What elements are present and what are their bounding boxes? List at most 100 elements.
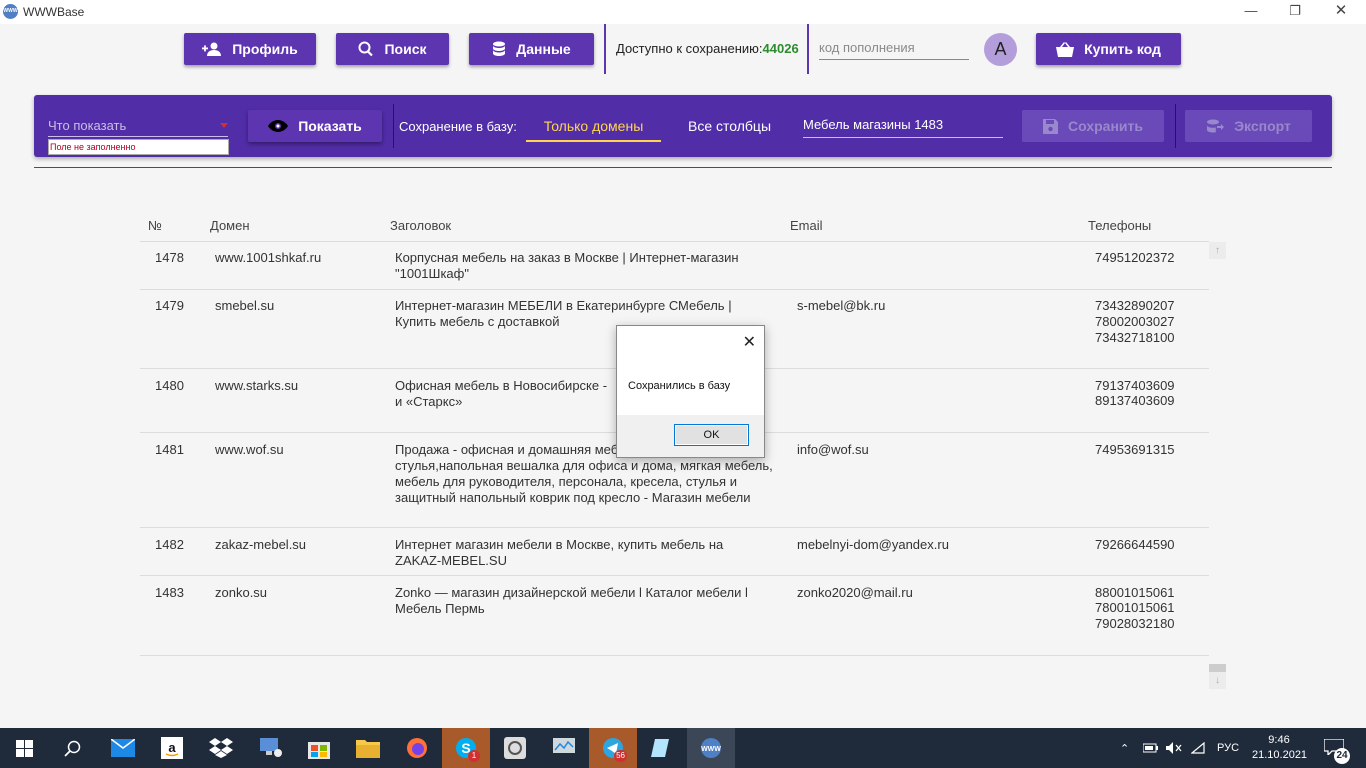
cell-phone: 74951202372	[1095, 250, 1175, 265]
message-dialog: ✕ Сохранились в базу OK	[616, 325, 765, 458]
data-button[interactable]: Данные	[469, 33, 594, 65]
close-window-button[interactable]: ✕	[1318, 0, 1364, 24]
buy-code-button[interactable]: Купить код	[1036, 33, 1181, 65]
minimize-button[interactable]: —	[1228, 0, 1274, 24]
cell-email: s-mebel@bk.ru	[797, 298, 886, 313]
show-button-label: Показать	[298, 118, 362, 134]
cell-domain: zakaz-mebel.su	[215, 537, 307, 552]
cell-title: Корпусная мебель на заказ в Москве | Инт…	[395, 250, 739, 281]
settings-app-icon	[504, 737, 526, 759]
windows-icon	[15, 739, 33, 757]
eye-icon	[268, 120, 289, 132]
wwwbase-icon: WWW	[701, 738, 721, 758]
export-button[interactable]: Экспорт	[1185, 110, 1312, 142]
taskbar-store[interactable]	[295, 728, 343, 768]
cell-phone: 88001015061	[1095, 585, 1175, 600]
show-button[interactable]: Показать	[248, 110, 382, 142]
taskbar-wwwbase[interactable]: WWW	[687, 728, 735, 768]
ok-button[interactable]: OK	[674, 424, 749, 446]
cell-phone: 74953691315	[1095, 442, 1175, 457]
validation-error: Поле не заполненно	[48, 139, 229, 155]
search-button[interactable]: Поиск	[336, 33, 449, 65]
mail-icon	[111, 739, 135, 757]
taskbar-clock[interactable]: 9:46 21.10.2021	[1252, 733, 1308, 763]
cell-phone: 89137403609	[1095, 393, 1175, 408]
tray-battery-icon[interactable]	[1143, 728, 1159, 768]
taskbar-explorer[interactable]	[344, 728, 392, 768]
table-row[interactable]: 1483 zonko.su Zonko — магазин дизайнерск…	[140, 576, 1209, 656]
app-logo-icon: WWW	[3, 4, 18, 19]
taskbar-amazon[interactable]: a	[148, 728, 196, 768]
title-bar: WWW WWWBase — ❐ ✕	[0, 0, 1366, 24]
taskbar-mail[interactable]	[99, 728, 147, 768]
column-header-num[interactable]: №	[148, 218, 162, 233]
taskbar: a S 1 56 WWW ⌃ РУС	[0, 728, 1366, 768]
taskbar-notes[interactable]	[638, 728, 686, 768]
taskbar-search-button[interactable]	[48, 728, 96, 768]
table-row[interactable]: 1478 www.1001shkaf.ru Корпусная мебель н…	[140, 242, 1209, 290]
cell-phone: 73432718100	[1095, 330, 1175, 345]
column-header-email[interactable]: Email	[790, 218, 823, 233]
show-select[interactable]: Что показать	[48, 118, 126, 133]
available-to-save: Доступно к сохранению:44026	[616, 41, 799, 56]
start-button[interactable]	[0, 728, 48, 768]
search-icon	[63, 740, 80, 757]
column-header-title[interactable]: Заголовок	[390, 218, 451, 233]
wifi-icon	[1191, 742, 1205, 754]
taskbar-dropbox[interactable]	[197, 728, 245, 768]
restore-button[interactable]: ❐	[1272, 0, 1318, 24]
basket-icon	[1056, 41, 1075, 57]
scroll-up-arrow-icon[interactable]: ↑	[1209, 242, 1226, 259]
profile-button-label: Профиль	[232, 41, 298, 57]
cell-email: zonko2020@mail.ru	[797, 585, 913, 600]
column-header-phones[interactable]: Телефоны	[1088, 218, 1151, 233]
cell-num: 1480	[155, 378, 184, 393]
avatar[interactable]: A	[984, 33, 1017, 66]
taskbar-skype[interactable]: S 1	[442, 728, 490, 768]
profile-button[interactable]: Профиль	[184, 33, 316, 65]
cell-num: 1478	[155, 250, 184, 265]
tray-language[interactable]: РУС	[1217, 728, 1239, 768]
floppy-icon	[1043, 118, 1059, 134]
taskbar-firefox[interactable]	[393, 728, 441, 768]
taskbar-telegram[interactable]: 56	[589, 728, 637, 768]
save-button[interactable]: Сохранить	[1022, 110, 1164, 142]
toolbar-divider	[807, 24, 809, 74]
tab-only-domains[interactable]: Только домены	[526, 110, 661, 142]
clock-date: 21.10.2021	[1252, 749, 1308, 761]
telegram-badge: 56	[614, 750, 627, 762]
search-button-label: Поиск	[384, 41, 427, 57]
firefox-icon	[407, 738, 427, 758]
taskbar-monitor-app[interactable]	[540, 728, 588, 768]
panel-underline	[34, 167, 1332, 168]
cell-num: 1481	[155, 442, 184, 457]
add-user-icon	[202, 42, 222, 56]
taskbar-app-gear[interactable]	[491, 728, 539, 768]
window-title: WWWBase	[23, 5, 85, 19]
column-header-domain[interactable]: Домен	[210, 218, 250, 233]
tray-network-icon[interactable]	[1191, 728, 1207, 768]
notes-icon	[651, 739, 669, 757]
export-button-label: Экспорт	[1234, 118, 1291, 134]
table-row[interactable]: 1482 zakaz-mebel.su Интернет магазин меб…	[140, 528, 1209, 576]
select-underline	[48, 136, 228, 137]
notification-badge: 24	[1334, 748, 1350, 764]
topup-code-input[interactable]	[819, 36, 969, 60]
battery-icon	[1143, 743, 1158, 753]
data-button-label: Данные	[516, 41, 571, 57]
dialog-message: Сохранились в базу	[628, 380, 731, 392]
svg-text:a: a	[168, 740, 176, 755]
chevron-down-icon[interactable]	[220, 123, 228, 128]
scroll-down-arrow-icon[interactable]: ↓	[1209, 672, 1226, 689]
tab-all-columns[interactable]: Все столбцы	[672, 110, 787, 142]
dialog-footer: OK	[617, 415, 764, 457]
close-icon[interactable]: ✕	[743, 332, 756, 352]
panel-divider	[393, 104, 394, 148]
tray-volume-icon[interactable]	[1166, 728, 1182, 768]
tray-chevron-up-icon[interactable]: ⌃	[1120, 728, 1129, 768]
taskbar-pc-app[interactable]	[246, 728, 294, 768]
scrollbar-thumb[interactable]	[1209, 664, 1226, 672]
save-name-input[interactable]: Мебель магазины 1483	[803, 117, 1003, 138]
volume-muted-icon	[1166, 742, 1182, 754]
amazon-icon: a	[161, 737, 183, 759]
